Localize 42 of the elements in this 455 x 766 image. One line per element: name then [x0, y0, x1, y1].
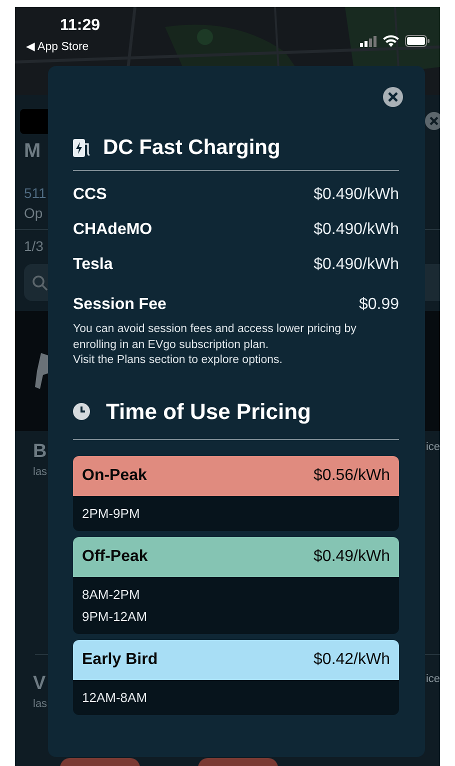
- section-title: Time of Use Pricing: [106, 398, 311, 424]
- status-time: 11:29: [60, 17, 100, 35]
- charger-subtitle: las: [33, 466, 48, 478]
- fee-note: You can avoid session fees and access lower pricing by enrolling in an EVgo subscription plan.: [73, 322, 358, 352]
- charger-title: B: [33, 441, 47, 463]
- charger-status: ice: [426, 441, 440, 453]
- connector-name: Tesla: [73, 256, 113, 274]
- fee-label: Session Fee: [73, 296, 166, 314]
- charger-count: 1/3: [24, 238, 44, 254]
- charger-subtitle: las: [33, 698, 48, 710]
- station-title: M: [24, 140, 41, 163]
- connector-price: $0.490/kWh: [314, 220, 399, 238]
- period-price: $0.56/kWh: [314, 466, 390, 484]
- period-name: Early Bird: [82, 650, 158, 668]
- period-hours: 8AM-2PM: [82, 586, 141, 602]
- charger-title: V: [33, 673, 46, 695]
- close-button[interactable]: [382, 86, 404, 108]
- period-name: Off-Peak: [82, 548, 148, 566]
- charger-status: ice: [426, 673, 440, 685]
- battery-icon: [405, 35, 430, 47]
- back-to-app-store-link[interactable]: ◀ App Store: [26, 39, 89, 53]
- period-price: $0.49/kWh: [314, 548, 390, 566]
- period-hours: 9PM-12AM: [82, 608, 148, 624]
- charging-station-icon: [73, 138, 91, 158]
- fee-note: Visit the Plans section to explore options.: [73, 353, 284, 368]
- station-hours: Op: [24, 205, 43, 221]
- connector-name: CHAdeMO: [73, 220, 152, 238]
- fee-price: $0.99: [358, 296, 399, 314]
- connector-price: $0.490/kWh: [314, 256, 399, 274]
- close-icon[interactable]: [425, 112, 440, 130]
- section-title: DC Fast Charging: [103, 136, 280, 160]
- wifi-icon: [383, 35, 399, 47]
- period-price: $0.42/kWh: [314, 650, 390, 668]
- period-name: On-Peak: [82, 466, 147, 484]
- connector-price: $0.490/kWh: [314, 186, 399, 204]
- cellular-signal-icon: [360, 36, 377, 46]
- connector-name: CCS: [73, 186, 107, 204]
- clock-icon: [73, 403, 90, 420]
- search-icon: [32, 274, 48, 290]
- station-address: 511: [24, 185, 46, 201]
- period-hours: 2PM-9PM: [82, 506, 141, 520]
- period-hours: 12AM-8AM: [82, 690, 148, 704]
